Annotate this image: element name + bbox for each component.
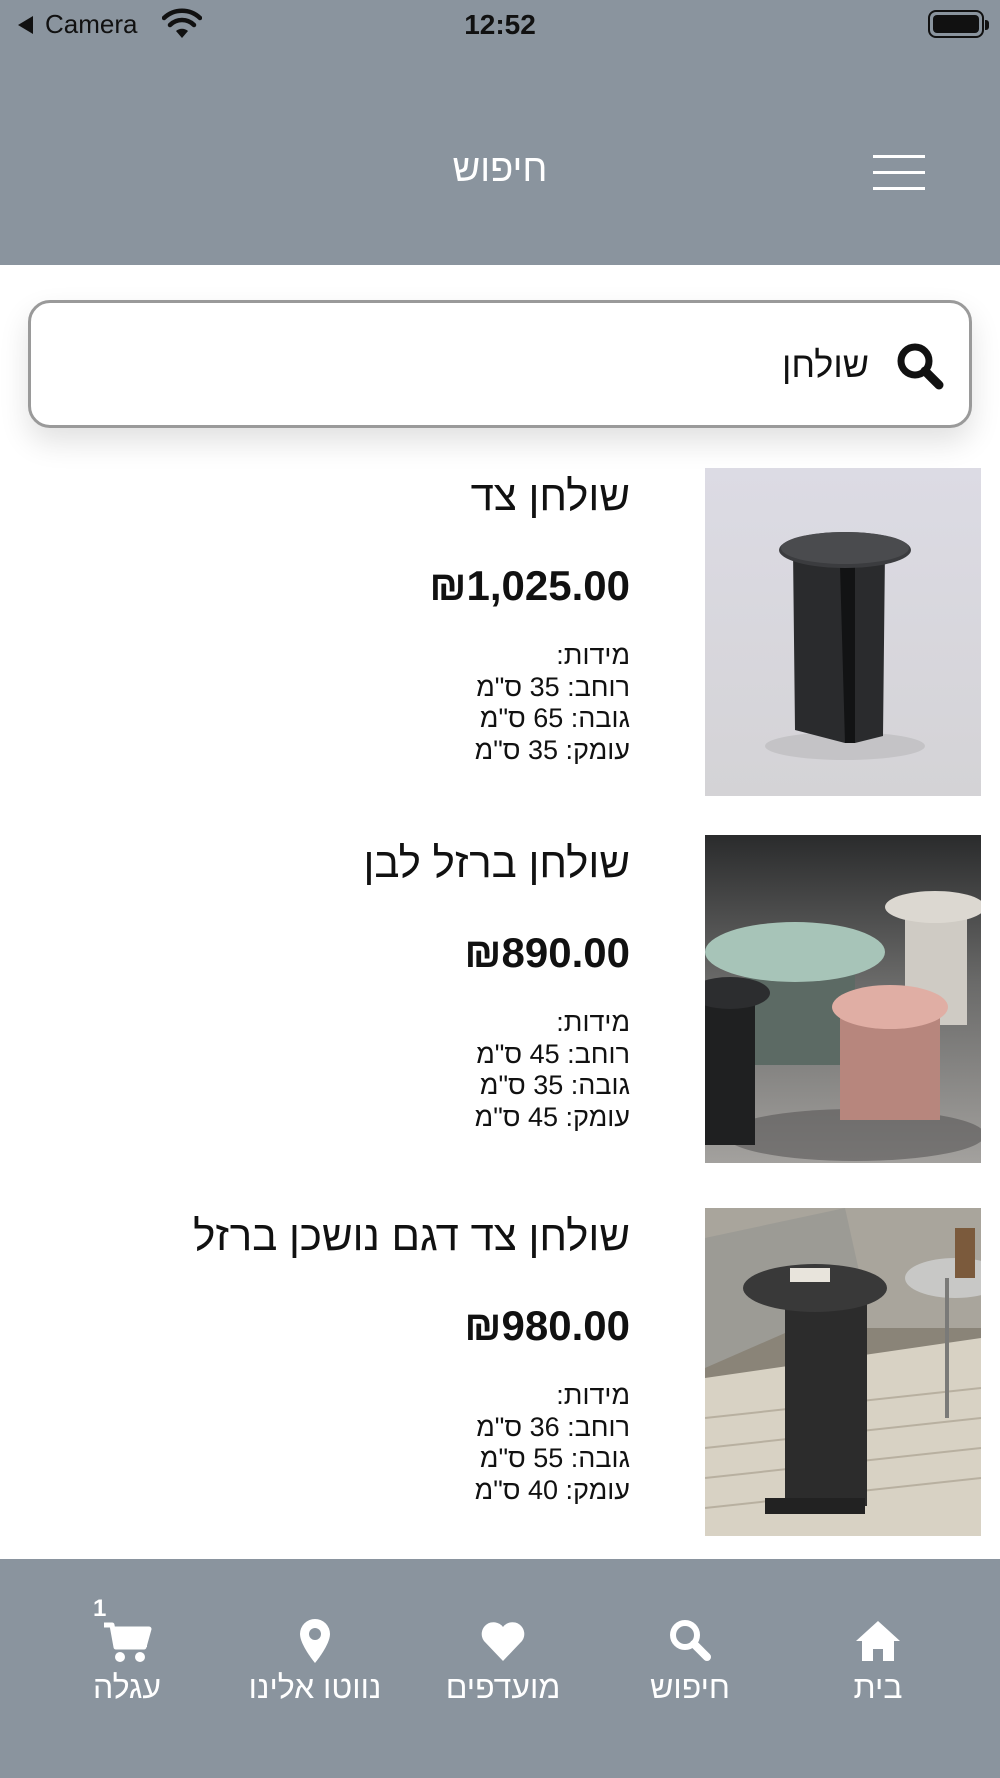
- dimension-depth: עומק: 40 ס"מ: [474, 1474, 630, 1505]
- nav-item-search[interactable]: חיפוש: [600, 1617, 780, 1706]
- dimension-width: רוחב: 35 ס"מ: [476, 671, 630, 702]
- nav-label: עגלה: [92, 1669, 162, 1705]
- search-icon[interactable]: [895, 341, 945, 391]
- product-dimensions: מידות: רוחב: 45 ס"מ גובה: 35 ס"מ עומק: 4…: [30, 1007, 630, 1133]
- nav-item-navigate[interactable]: נווטו אלינו: [225, 1617, 405, 1706]
- nav-item-home[interactable]: בית: [788, 1617, 968, 1706]
- dimensions-title: מידות:: [556, 1007, 630, 1037]
- location-pin-icon: [300, 1619, 330, 1663]
- product-info: שולחן צד דגם נושכן ברזל ₪980.00 מידות: ר…: [30, 1208, 630, 1506]
- dimension-width: רוחב: 45 ס"מ: [476, 1038, 630, 1069]
- product-info: שולחן ברזל לבן ₪890.00 מידות: רוחב: 45 ס…: [30, 835, 630, 1133]
- product-price: ₪890.00: [464, 929, 630, 976]
- product-image[interactable]: [705, 1208, 981, 1536]
- nav-item-favorites[interactable]: מועדפים: [413, 1617, 593, 1706]
- search-input[interactable]: [109, 335, 869, 395]
- bottom-nav: 1 עגלה נווטו אלינו מועדפים חיפוש בית: [0, 1559, 1000, 1778]
- search-icon: [670, 1620, 711, 1661]
- app-header: Camera 12:52 חיפוש: [0, 0, 1000, 265]
- product-name: שולחן ברזל לבן: [363, 839, 630, 886]
- product-name: שולחן צד: [470, 472, 630, 519]
- page-title: חיפוש: [452, 148, 548, 190]
- dimension-width: רוחב: 36 ס"מ: [476, 1411, 630, 1442]
- menu-icon[interactable]: [873, 155, 925, 191]
- product-name: שולחן צד דגם נושכן ברזל: [193, 1212, 630, 1259]
- dimensions-title: מידות:: [556, 640, 630, 670]
- dimension-height: גובה: 65 ס"מ: [479, 703, 630, 733]
- product-price: ₪980.00: [464, 1302, 630, 1349]
- nav-label: בית: [853, 1669, 903, 1705]
- search-box: [28, 300, 972, 428]
- dimension-depth: עומק: 35 ס"מ: [474, 734, 630, 765]
- battery-icon: [928, 10, 989, 38]
- product-image[interactable]: [705, 835, 981, 1163]
- home-icon: [856, 1621, 900, 1661]
- cart-icon: [104, 1622, 152, 1662]
- dimension-depth: עומק: 45 ס"מ: [474, 1101, 630, 1132]
- product-info: שולחן צד ₪1,025.00 מידות: רוחב: 35 ס"מ ג…: [30, 468, 630, 766]
- dimensions-title: מידות:: [556, 1380, 630, 1410]
- nav-item-cart[interactable]: עגלה: [37, 1617, 217, 1706]
- heart-icon: [481, 1622, 525, 1661]
- nav-label: מועדפים: [445, 1669, 561, 1705]
- product-image[interactable]: [705, 468, 981, 796]
- product-dimensions: מידות: רוחב: 35 ס"מ גובה: 65 ס"מ עומק: 3…: [30, 640, 630, 766]
- product-dimensions: מידות: רוחב: 36 ס"מ גובה: 55 ס"מ עומק: 4…: [30, 1380, 630, 1506]
- dimension-height: גובה: 55 ס"מ: [479, 1443, 630, 1473]
- status-time: 12:52: [464, 9, 536, 40]
- nav-label: נווטו אלינו: [248, 1669, 382, 1705]
- nav-label: חיפוש: [650, 1669, 730, 1705]
- product-price: ₪1,025.00: [429, 562, 630, 609]
- status-bar: Camera 12:52: [0, 0, 1000, 52]
- dimension-height: גובה: 35 ס"מ: [479, 1070, 630, 1100]
